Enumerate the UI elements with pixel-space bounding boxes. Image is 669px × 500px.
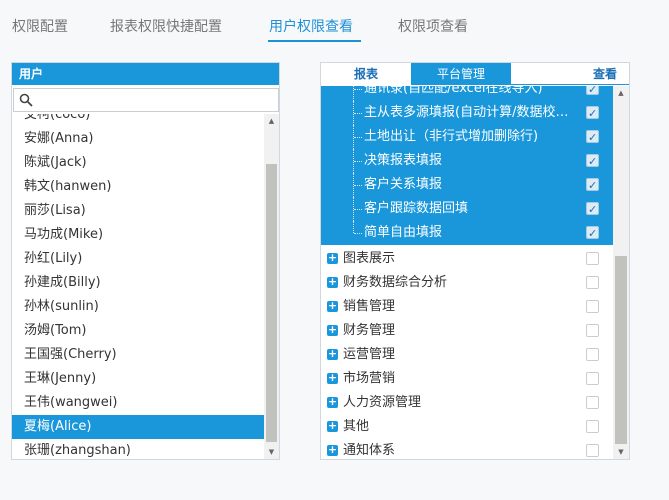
- permission-checkbox[interactable]: [586, 444, 599, 457]
- expand-plus-icon[interactable]: +: [327, 348, 338, 360]
- permission-group-label: 其他: [343, 419, 370, 434]
- permission-checkbox[interactable]: [586, 174, 599, 198]
- permission-group-label: 财务管理: [343, 323, 396, 338]
- permission-sub-item[interactable]: 通讯录(自匹配/excel在线导入): [321, 86, 613, 102]
- permission-sub-label: 决策报表填报: [364, 153, 443, 168]
- user-item[interactable]: 王琳(Jenny): [12, 367, 264, 391]
- tab-report-quick-config[interactable]: 报表权限快捷配置: [110, 16, 222, 36]
- permission-sub-item[interactable]: 简单自由填报: [321, 221, 613, 246]
- view-link[interactable]: 查看: [585, 63, 625, 85]
- permission-sub-item[interactable]: 客户关系填报: [321, 173, 613, 198]
- permission-group-label: 销售管理: [343, 299, 396, 314]
- user-item[interactable]: 汤姆(Tom): [12, 319, 264, 343]
- user-item-selected[interactable]: 夏梅(Alice): [12, 415, 264, 439]
- user-search-box[interactable]: [13, 88, 279, 112]
- permission-checkbox[interactable]: [586, 102, 599, 126]
- user-item[interactable]: 陈斌(Jack): [12, 151, 264, 175]
- permission-group-label: 通知体系: [343, 443, 396, 458]
- permission-checkbox[interactable]: [586, 252, 599, 265]
- scroll-thumb[interactable]: [615, 256, 627, 444]
- permission-group[interactable]: + 财务数据综合分析: [321, 271, 613, 295]
- scroll-thumb[interactable]: [266, 164, 277, 442]
- user-item[interactable]: 孙建成(Billy): [12, 271, 264, 295]
- expand-plus-icon[interactable]: +: [327, 444, 338, 456]
- expand-plus-icon[interactable]: +: [327, 252, 338, 264]
- user-item[interactable]: 马功成(Mike): [12, 223, 264, 247]
- user-item[interactable]: 韩文(hanwen): [12, 175, 264, 199]
- permission-sub-label: 通讯录(自匹配/excel在线导入): [364, 86, 543, 96]
- permission-group[interactable]: + 图表展示: [321, 247, 613, 271]
- permission-group-label: 市场营销: [343, 371, 396, 386]
- permission-checkbox[interactable]: [586, 276, 599, 289]
- user-item[interactable]: 王国强(Cherry): [12, 343, 264, 367]
- permission-tree: 通讯录(自匹配/excel在线导入) 主从表多源填报(自动计算/数据校… 土地出…: [321, 86, 613, 459]
- permission-checkbox[interactable]: [586, 198, 599, 222]
- permission-tab-bar: 报表 平台管理 查看: [321, 63, 629, 85]
- user-list: 艾柯(coco) 安娜(Anna) 陈斌(Jack) 韩文(hanwen) 丽莎…: [12, 114, 264, 459]
- user-item[interactable]: 孙林(sunlin): [12, 295, 264, 319]
- user-list-scrollbar[interactable]: ▲ ▼: [264, 114, 279, 459]
- permission-group[interactable]: + 销售管理: [321, 295, 613, 319]
- permission-group[interactable]: + 通知体系: [321, 439, 613, 459]
- permission-group-label: 图表展示: [343, 251, 396, 266]
- expand-plus-icon[interactable]: +: [327, 372, 338, 384]
- tab-report[interactable]: 报表: [321, 63, 411, 85]
- tab-user-permission-view[interactable]: 用户权限查看: [269, 16, 353, 36]
- top-tab-bar: 权限配置 报表权限快捷配置 用户权限查看 权限项查看: [0, 0, 669, 48]
- permission-sub-item[interactable]: 主从表多源填报(自动计算/数据校…: [321, 101, 613, 126]
- user-panel-header: 用户: [12, 63, 279, 85]
- permission-sub-item[interactable]: 决策报表填报: [321, 149, 613, 174]
- user-search-input[interactable]: [36, 91, 274, 109]
- expand-plus-icon[interactable]: +: [327, 420, 338, 432]
- permission-sub-item[interactable]: 客户跟踪数据回填: [321, 197, 613, 222]
- permission-checkbox[interactable]: [586, 150, 599, 174]
- permission-checkbox[interactable]: [586, 348, 599, 361]
- permission-group[interactable]: + 市场营销: [321, 367, 613, 391]
- user-item[interactable]: 安娜(Anna): [12, 127, 264, 151]
- permission-group-label: 人力资源管理: [343, 395, 422, 410]
- permission-sub-label: 土地出让（非行式增加删除行): [364, 129, 539, 144]
- permission-tree-scrollbar[interactable]: ▲ ▼: [613, 86, 629, 459]
- scroll-down-arrow-icon[interactable]: ▼: [613, 445, 629, 459]
- permission-group-label: 财务数据综合分析: [343, 275, 448, 290]
- permission-checkbox[interactable]: [586, 372, 599, 385]
- user-item[interactable]: 王伟(wangwei): [12, 391, 264, 415]
- permission-checkbox[interactable]: [586, 396, 599, 409]
- user-item[interactable]: 艾柯(coco): [12, 114, 264, 127]
- user-item[interactable]: 张珊(zhangshan): [12, 439, 264, 459]
- permission-checkbox[interactable]: [586, 126, 599, 150]
- permission-group-label: 运营管理: [343, 347, 396, 362]
- scroll-down-arrow-icon[interactable]: ▼: [264, 445, 279, 459]
- expand-plus-icon[interactable]: +: [327, 276, 338, 288]
- permission-panel: 报表 平台管理 查看 通讯录(自匹配/excel在线导入) 主从表多源填报(自动…: [320, 62, 630, 460]
- permission-sub-label: 简单自由填报: [364, 225, 443, 240]
- permission-group[interactable]: + 人力资源管理: [321, 391, 613, 415]
- expand-plus-icon[interactable]: +: [327, 324, 338, 336]
- expand-plus-icon[interactable]: +: [327, 300, 338, 312]
- permission-sub-item[interactable]: 土地出让（非行式增加删除行): [321, 125, 613, 150]
- permission-checkbox[interactable]: [586, 86, 599, 102]
- tab-permission-config[interactable]: 权限配置: [12, 16, 68, 36]
- permission-checkbox[interactable]: [586, 420, 599, 433]
- active-tab-underline: [268, 40, 361, 42]
- permission-sub-label: 主从表多源填报(自动计算/数据校…: [364, 105, 569, 120]
- user-item[interactable]: 孙红(Lily): [12, 247, 264, 271]
- user-item[interactable]: 丽莎(Lisa): [12, 199, 264, 223]
- search-icon: [19, 93, 33, 107]
- permission-checkbox[interactable]: [586, 222, 599, 246]
- permission-group[interactable]: + 运营管理: [321, 343, 613, 367]
- user-panel: 用户 艾柯(coco) 安娜(Anna) 陈斌(Jack) 韩文(hanwen)…: [11, 62, 280, 460]
- expand-plus-icon[interactable]: +: [327, 396, 338, 408]
- tab-platform-management[interactable]: 平台管理: [411, 63, 511, 85]
- tab-permission-item-view[interactable]: 权限项查看: [398, 16, 468, 36]
- permission-sub-label: 客户关系填报: [364, 177, 443, 192]
- permission-group[interactable]: + 其他: [321, 415, 613, 439]
- permission-sub-label: 客户跟踪数据回填: [364, 201, 469, 216]
- scroll-up-arrow-icon[interactable]: ▲: [264, 114, 279, 128]
- permission-checkbox[interactable]: [586, 300, 599, 313]
- permission-group[interactable]: + 财务管理: [321, 319, 613, 343]
- permission-checkbox[interactable]: [586, 324, 599, 337]
- scroll-up-arrow-icon[interactable]: ▲: [613, 86, 629, 100]
